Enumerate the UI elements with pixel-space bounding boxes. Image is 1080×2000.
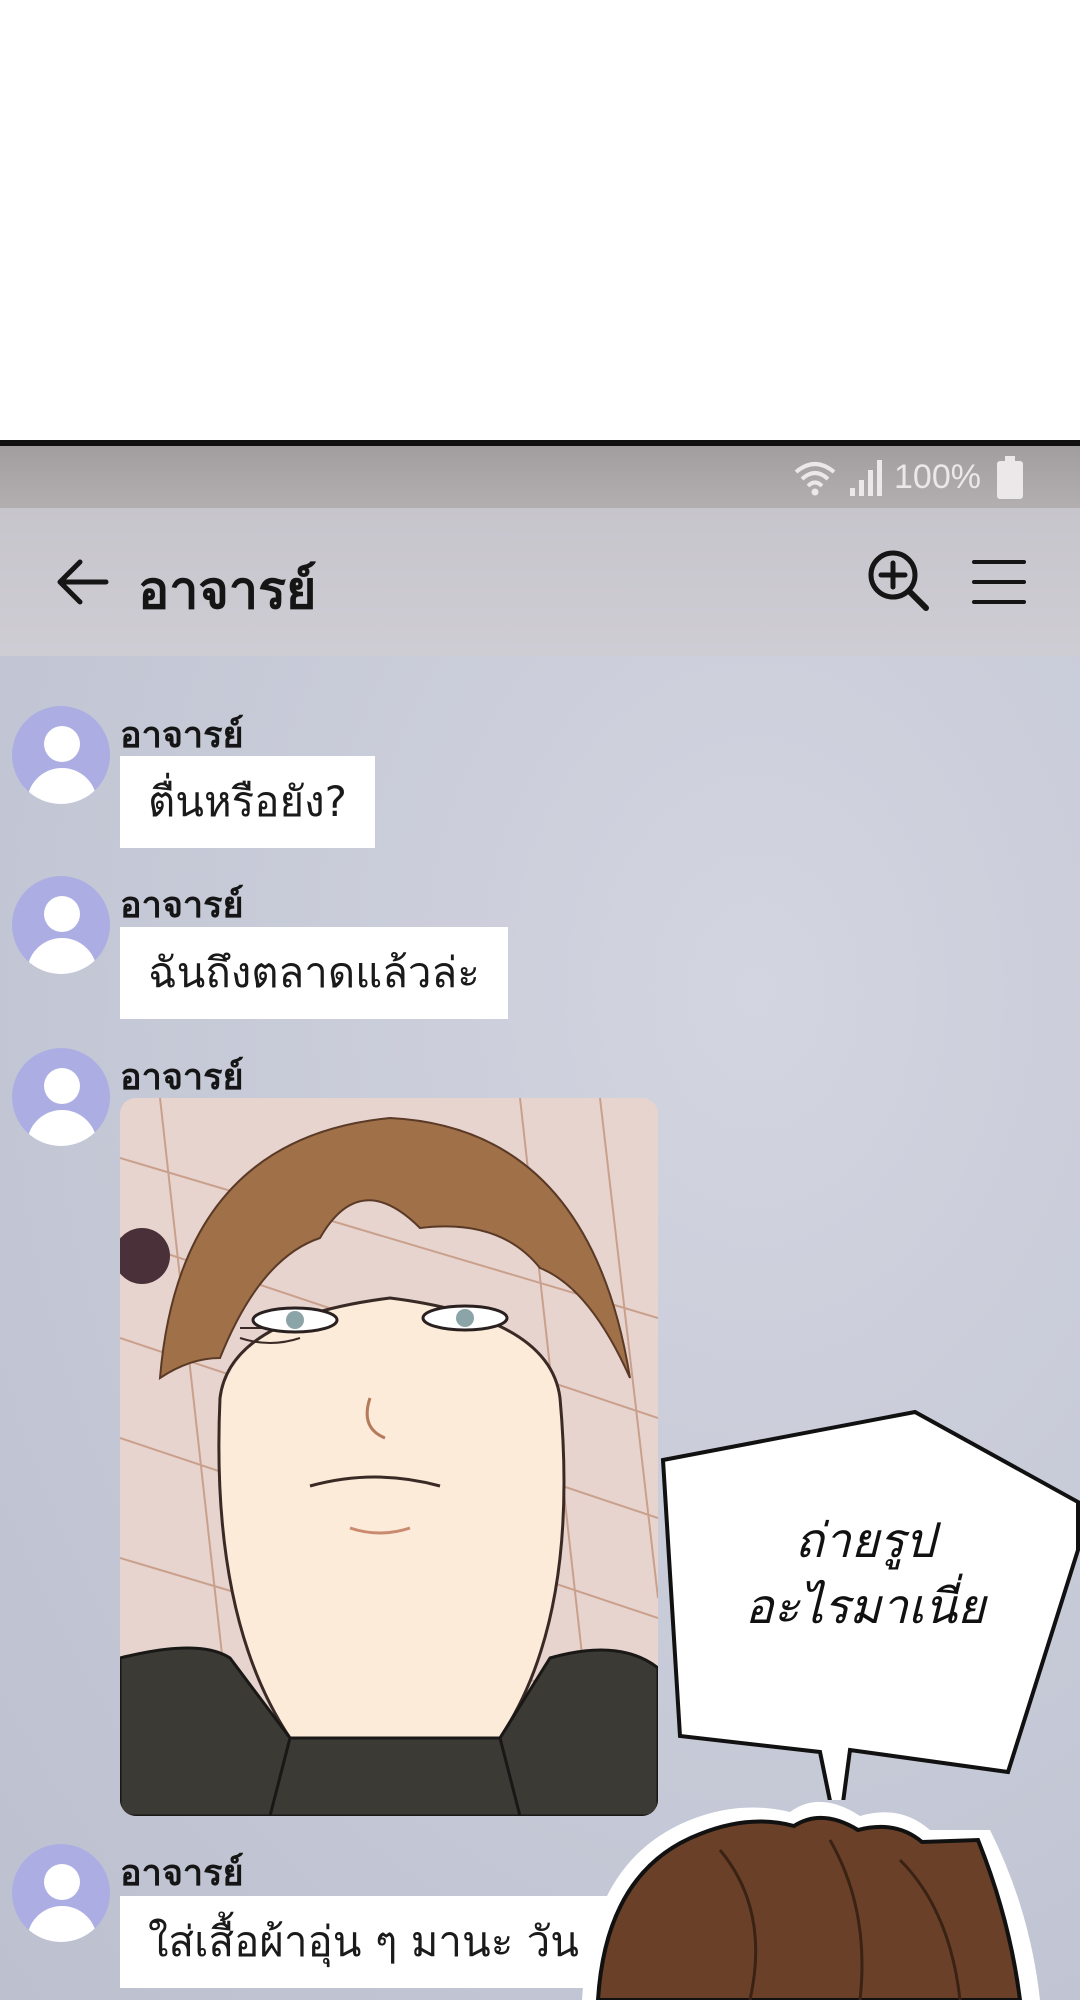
status-bar: 100% (0, 446, 1080, 508)
avatar[interactable] (12, 706, 110, 804)
zoom-in-icon[interactable] (866, 548, 930, 612)
blank-panel-area (0, 0, 1080, 440)
battery-icon (997, 456, 1023, 499)
message-bubble[interactable]: ตื่นหรือยัง? (120, 756, 375, 848)
signal-icon (850, 460, 882, 496)
sender-name: อาจารย์ (120, 715, 244, 756)
avatar[interactable] (12, 1844, 110, 1942)
chat-header: อาจารย์ (0, 508, 1080, 656)
message-bubble[interactable]: ฉันถึงตลาดแล้วล่ะ (120, 927, 508, 1019)
back-arrow-icon[interactable] (52, 554, 112, 610)
menu-icon[interactable] (972, 558, 1026, 606)
speech-line-1: ถ่ายรูป (794, 1513, 936, 1569)
avatar[interactable] (12, 876, 110, 974)
character-head (582, 1801, 1040, 2000)
avatar[interactable] (12, 1048, 110, 1146)
wifi-icon (794, 462, 836, 496)
chat-title: อาจารย์ (138, 561, 317, 621)
sender-name: อาจารย์ (120, 885, 244, 926)
message-bubble[interactable]: ใส่เสื้อผ้าอุ่น ๆ มานะ วัน (120, 1896, 607, 1988)
speech-line-2: อะไรมาเนี่ย (744, 1579, 986, 1635)
speech-text: ถ่ายรูป อะไรมาเนี่ย (700, 1508, 1030, 1640)
portrait-illustration (120, 1098, 658, 1816)
sender-name: อาจารย์ (120, 1853, 244, 1894)
photo-message[interactable] (120, 1098, 658, 1816)
sender-name: อาจารย์ (120, 1057, 244, 1098)
battery-percent: 100% (894, 458, 981, 496)
